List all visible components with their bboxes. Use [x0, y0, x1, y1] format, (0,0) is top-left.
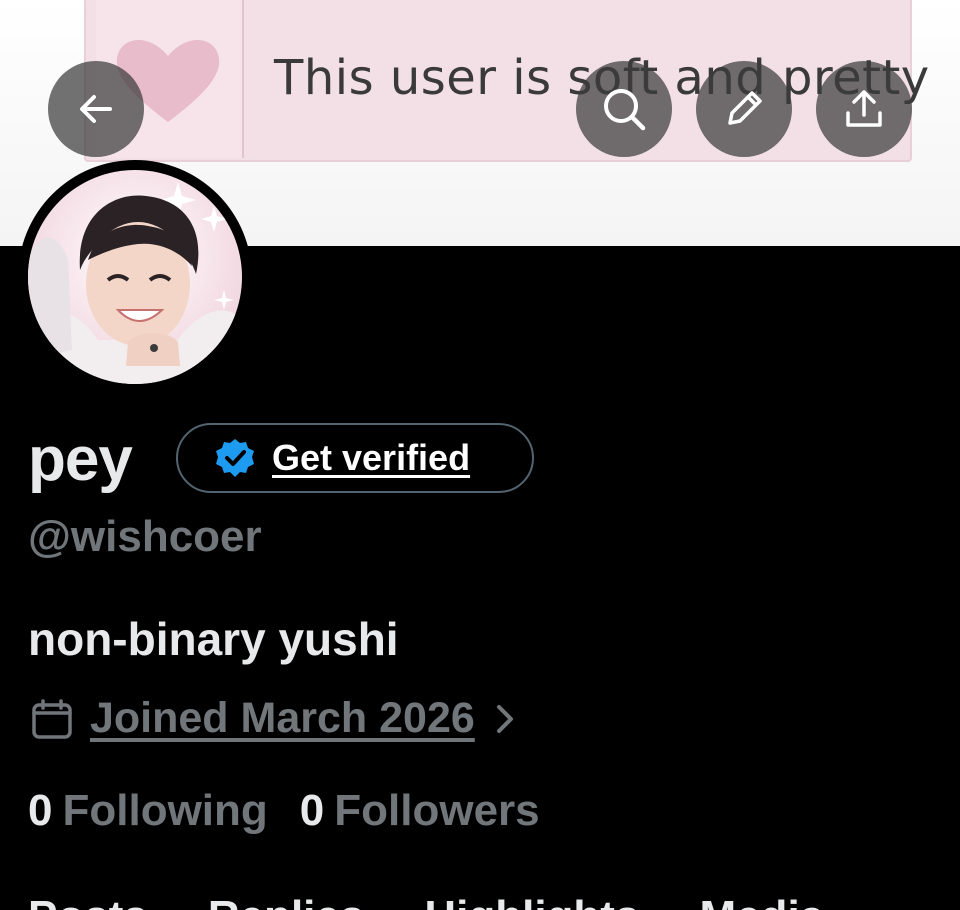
- get-verified-button[interactable]: Get verified: [176, 423, 534, 493]
- tab-highlights[interactable]: Highlights: [424, 892, 639, 910]
- avatar[interactable]: [28, 170, 242, 384]
- share-button[interactable]: [816, 61, 912, 157]
- joined-date-row[interactable]: Joined March 2026: [30, 694, 517, 743]
- profile-tabs: Posts Replies Highlights Media: [28, 892, 884, 910]
- profile-bio: non-binary yushi: [28, 613, 399, 665]
- share-upload-icon: [846, 90, 882, 127]
- search-button[interactable]: [576, 61, 672, 157]
- tab-media[interactable]: Media: [699, 892, 824, 910]
- following-label: Following: [62, 786, 268, 835]
- arrow-left-icon: [80, 95, 112, 123]
- user-handle: @wishcoer: [28, 512, 262, 561]
- followers-label: Followers: [334, 786, 540, 835]
- tab-posts[interactable]: Posts: [28, 892, 148, 910]
- chevron-right-icon: [496, 704, 513, 733]
- display-name: pey: [28, 425, 133, 494]
- pencil-icon: [728, 91, 762, 125]
- followers-link[interactable]: 0 Followers: [300, 786, 540, 836]
- following-link[interactable]: 0 Following: [28, 786, 268, 836]
- calendar-icon: [32, 698, 72, 739]
- verified-badge-icon: [216, 439, 254, 477]
- tab-replies[interactable]: Replies: [208, 892, 365, 910]
- edit-button[interactable]: [696, 61, 792, 157]
- search-icon: [604, 89, 646, 131]
- joined-date[interactable]: Joined March 2026: [90, 694, 475, 743]
- following-count: 0: [28, 786, 53, 835]
- follow-stats: 0 Following 0 Followers: [28, 786, 572, 836]
- avatar-portrait: [28, 182, 242, 384]
- back-button[interactable]: [48, 61, 144, 157]
- get-verified-label: Get verified: [272, 437, 471, 478]
- followers-count: 0: [299, 786, 325, 835]
